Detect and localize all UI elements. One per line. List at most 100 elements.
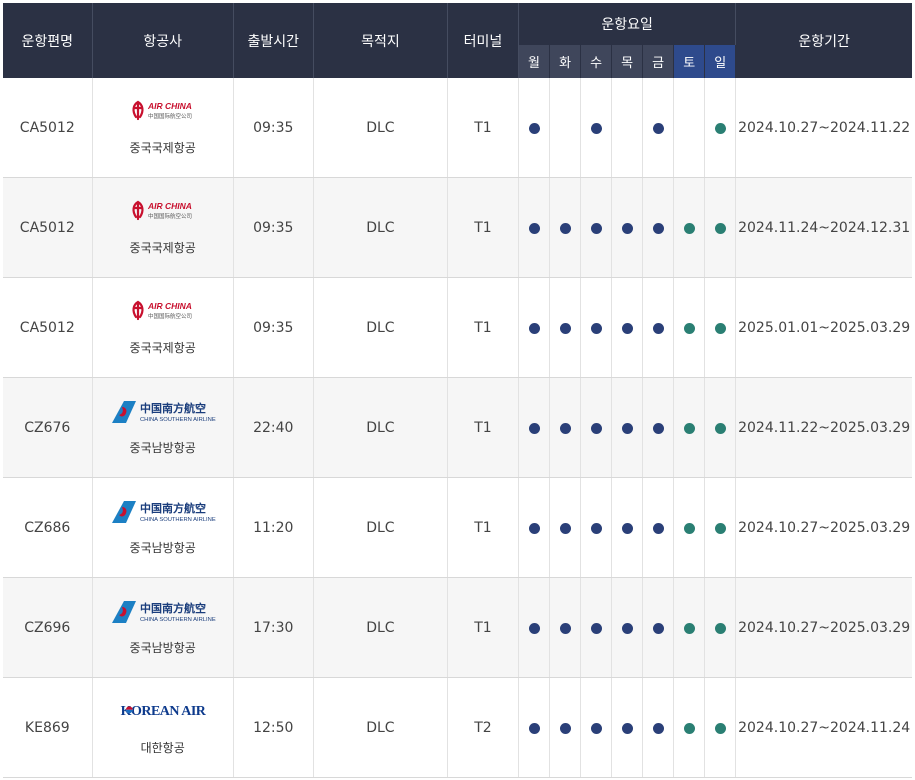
day-cell-3	[611, 177, 644, 278]
destination: DLC	[313, 377, 448, 478]
table-row: CZ676 中国南方航空 CHINA SOUTHERN AIRLINES 중국남방항공…	[3, 377, 912, 478]
operating-day-dot	[652, 623, 664, 634]
table-header: 운항편명 항공사 출발시간 목적지 터미널 운항요일 운항기간 월화수목금토일	[3, 3, 912, 78]
operating-day-dot	[621, 323, 633, 334]
table-row: CA5012 AIR CHINA 中国国际航空公司 중국국제항공 09:35 DLC T1 2…	[3, 177, 912, 278]
operating-day-dot	[683, 623, 695, 634]
destination: DLC	[313, 78, 448, 178]
departure-time: 17:30	[233, 577, 314, 678]
day-cell-4	[642, 677, 675, 778]
flight-schedule-table: 운항편명 항공사 출발시간 목적지 터미널 운항요일 운항기간 월화수목금토일 …	[3, 3, 912, 778]
flight-number: KE869	[3, 677, 93, 778]
header-destination: 목적지	[313, 3, 448, 78]
china-southern-wordmark: 中国南方航空	[140, 401, 206, 415]
airline-cell: 中国南方航空 CHINA SOUTHERN AIRLINES 중국남방항공	[92, 377, 234, 478]
operating-day-dot	[621, 223, 633, 234]
day-cell-3	[611, 677, 644, 778]
air-china-wordmark: AIR CHINA	[147, 301, 192, 311]
operating-period: 2024.10.27~2024.11.24	[735, 677, 912, 778]
day-cell-6	[704, 177, 737, 278]
china-southern-wordmark: 中国南方航空	[140, 501, 206, 515]
operating-period: 2024.11.24~2024.12.31	[735, 177, 912, 278]
air-china-wordmark: AIR CHINA	[147, 201, 192, 211]
operating-period: 2024.10.27~2025.03.29	[735, 477, 912, 578]
operating-day-dot	[590, 623, 602, 634]
operating-day-dot	[714, 123, 726, 134]
airline-cell: 中国南方航空 CHINA SOUTHERN AIRLINES 중국남방항공	[92, 477, 234, 578]
day-cell-1	[549, 177, 582, 278]
day-header-1: 화	[549, 45, 582, 78]
day-cell-1	[549, 477, 582, 578]
day-header-6: 일	[704, 45, 737, 78]
operating-day-dot	[683, 423, 695, 434]
day-cell-5	[673, 577, 706, 678]
day-cell-3	[611, 377, 644, 478]
day-cell-3	[611, 277, 644, 378]
day-cell-5	[673, 277, 706, 378]
day-cell-2	[580, 78, 613, 178]
day-header-5: 토	[673, 45, 706, 78]
day-cell-6	[704, 277, 737, 378]
terminal: T1	[447, 377, 520, 478]
operating-day-dot	[590, 323, 602, 334]
day-header-4: 금	[642, 45, 675, 78]
china-southern-subtext: CHINA SOUTHERN AIRLINES	[140, 417, 216, 423]
terminal: T2	[447, 677, 520, 778]
table-row: CA5012 AIR CHINA 中国国际航空公司 중국국제항공 09:35 DLC T1 2…	[3, 78, 912, 178]
china-southern-subtext: CHINA SOUTHERN AIRLINES	[140, 517, 216, 523]
day-cell-3	[611, 78, 644, 178]
day-cell-4	[642, 277, 675, 378]
day-cell-0	[518, 377, 551, 478]
flight-number: CZ676	[3, 377, 93, 478]
flight-number: CA5012	[3, 78, 93, 178]
terminal: T1	[447, 277, 520, 378]
air-china-subtext: 中国国际航空公司	[148, 312, 192, 320]
day-cell-1	[549, 577, 582, 678]
day-cell-2	[580, 577, 613, 678]
operating-day-dot	[590, 523, 602, 534]
operating-day-dot	[652, 423, 664, 434]
header-terminal: 터미널	[447, 3, 520, 78]
airline-cell: AIR CHINA 中国国际航空公司 중국국제항공	[92, 277, 234, 378]
operating-period: 2025.01.01~2025.03.29	[735, 277, 912, 378]
operating-day-dot	[559, 723, 571, 734]
day-cell-4	[642, 477, 675, 578]
operating-day-dot	[590, 123, 602, 134]
schedule-rows: CA5012 AIR CHINA 中国国际航空公司 중국국제항공 09:35 DLC T1 2…	[3, 78, 912, 778]
day-cell-1	[549, 78, 582, 178]
airline-name: 중국남방항공	[129, 541, 196, 555]
flight-number: CZ686	[3, 477, 93, 578]
operating-day-dot	[652, 323, 664, 334]
airline-cell: AIR CHINA 中国国际航空公司 중국국제항공	[92, 177, 234, 278]
departure-time: 09:35	[233, 177, 314, 278]
air-china-logo: AIR CHINA 中国国际航空公司	[128, 199, 198, 225]
operating-day-dot	[528, 223, 540, 234]
air-china-subtext: 中国国际航空公司	[148, 212, 192, 220]
operating-day-dot	[559, 623, 571, 634]
operating-day-dot	[559, 423, 571, 434]
table-row: CZ686 中国南方航空 CHINA SOUTHERN AIRLINES 중국남방항공…	[3, 477, 912, 578]
day-cell-2	[580, 377, 613, 478]
day-cell-6	[704, 377, 737, 478]
operating-day-dot	[528, 523, 540, 534]
operating-day-dot	[714, 723, 726, 734]
operating-day-dot	[528, 123, 540, 134]
operating-day-dot	[714, 423, 726, 434]
table-row: CZ696 中国南方航空 CHINA SOUTHERN AIRLINES 중국남방항공…	[3, 577, 912, 678]
header-period: 운항기간	[735, 3, 912, 78]
operating-day-dot	[714, 323, 726, 334]
day-cell-5	[673, 177, 706, 278]
airline-name: 중국국제항공	[129, 141, 196, 155]
operating-day-dot	[714, 623, 726, 634]
table-row: CA5012 AIR CHINA 中国国际航空公司 중국국제항공 09:35 DLC T1 2…	[3, 277, 912, 378]
operating-day-dot	[528, 323, 540, 334]
day-cell-2	[580, 677, 613, 778]
day-cell-1	[549, 277, 582, 378]
day-cell-4	[642, 78, 675, 178]
operating-day-dot	[621, 723, 633, 734]
operating-day-dot	[714, 523, 726, 534]
day-cell-0	[518, 177, 551, 278]
operating-day-dot	[683, 223, 695, 234]
day-cell-4	[642, 177, 675, 278]
operating-day-dot	[683, 523, 695, 534]
